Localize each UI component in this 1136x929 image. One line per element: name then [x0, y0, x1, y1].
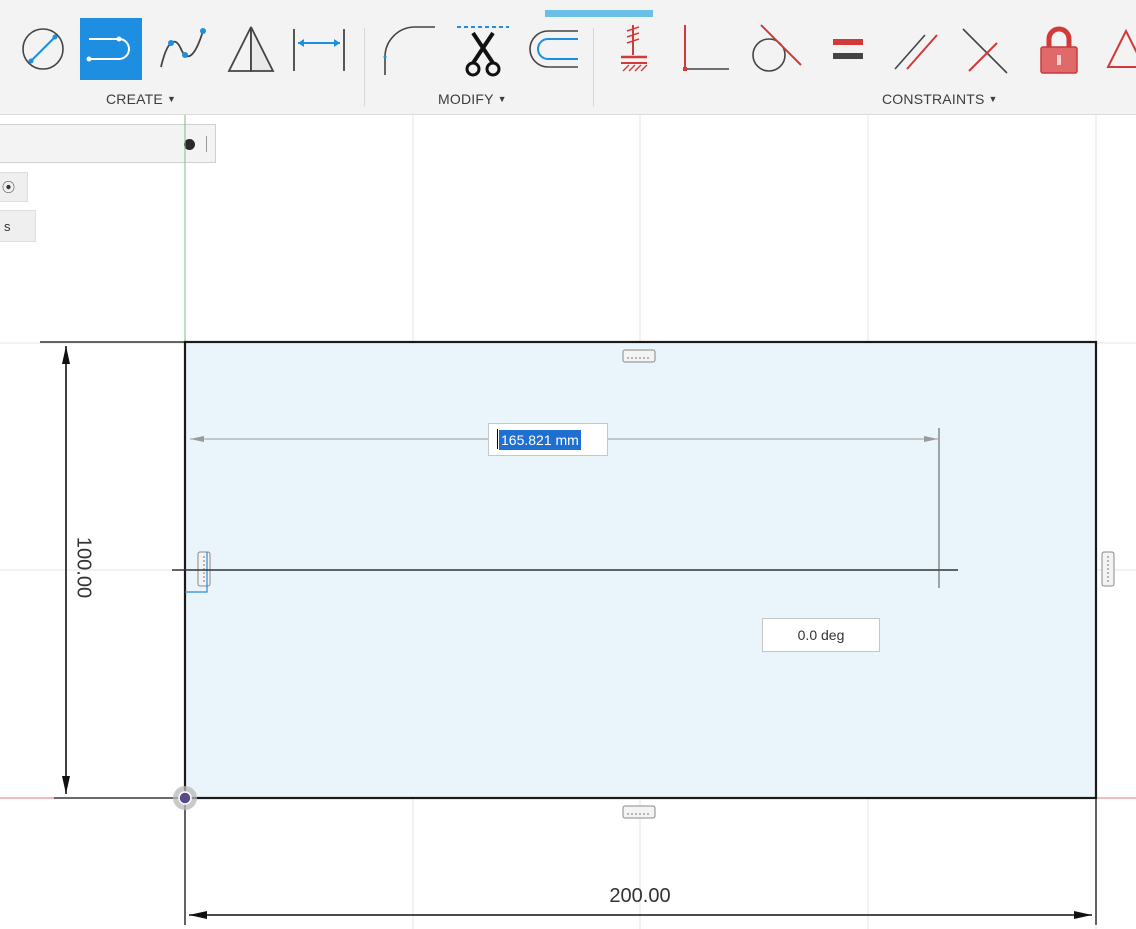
parallel-tool[interactable]	[884, 18, 946, 80]
vertical-constraint-icon	[197, 551, 211, 587]
palette-option-label: s	[4, 219, 11, 234]
equal-tool[interactable]	[816, 18, 878, 80]
angle-value-input[interactable]: 0.0 deg	[762, 618, 880, 652]
constraints-label: CONSTRAINTS	[882, 91, 985, 107]
horizontal-constraint-icon	[622, 349, 656, 363]
offset-tool[interactable]	[520, 18, 582, 80]
toolbar-divider	[593, 28, 594, 106]
offset-icon	[529, 30, 578, 68]
active-tab-indicator	[545, 10, 653, 17]
slot-icon	[86, 36, 130, 62]
length-value-input[interactable]: 165.821 mm	[488, 423, 608, 456]
dimension-icon	[293, 29, 345, 71]
modify-label: MODIFY	[438, 91, 494, 107]
circle-diameter-icon	[22, 28, 64, 70]
dimension-tool[interactable]	[288, 18, 350, 80]
create-label: CREATE	[106, 91, 163, 107]
coincident-marker	[185, 552, 208, 593]
toolbar-divider	[364, 28, 365, 106]
sketch-toolbar: CREATE ▼ MODIFY ▼ CONSTRAINTS ▼	[0, 0, 1136, 115]
slot-tool[interactable]	[80, 18, 142, 80]
vertical-constraint-icon	[1101, 551, 1115, 587]
grid	[0, 115, 1136, 929]
fillet-tool[interactable]	[376, 18, 438, 80]
equal-icon	[833, 39, 863, 59]
line-circle-tool[interactable]	[12, 18, 74, 80]
perpendicular-tool[interactable]	[672, 18, 734, 80]
perpendicular-icon	[683, 25, 729, 71]
mirror-triangle-icon	[227, 26, 275, 72]
palette-option[interactable]: s	[0, 210, 36, 242]
grip-handle[interactable]	[206, 136, 207, 152]
trim-tool[interactable]	[452, 18, 514, 80]
modify-menu[interactable]: MODIFY ▼	[438, 91, 507, 107]
mirror-tool[interactable]	[220, 18, 282, 80]
sketch-palette-header	[0, 124, 216, 163]
width-dimension-text: 200.00	[609, 885, 671, 907]
collapse-icon[interactable]	[184, 139, 195, 150]
spline-icon	[160, 28, 206, 68]
length-value-text: 165.821 mm	[499, 430, 581, 450]
parallel-icon	[894, 34, 938, 70]
text-cursor	[497, 429, 498, 449]
height-dimension-label[interactable]: 100.00	[72, 533, 95, 603]
spline-tool[interactable]	[150, 18, 212, 80]
create-menu[interactable]: CREATE ▼	[106, 91, 176, 107]
fillet-icon	[383, 26, 435, 75]
sketch-rectangle[interactable]	[183, 340, 1098, 800]
height-dimension-text: 100.00	[72, 536, 95, 599]
width-dimension-label[interactable]: 200.00	[580, 885, 700, 908]
collinear-tool[interactable]	[954, 18, 1016, 80]
angle-value-text: 0.0 deg	[797, 627, 845, 643]
fix-ground-tool[interactable]	[602, 18, 664, 80]
constraints-menu[interactable]: CONSTRAINTS ▼	[882, 91, 998, 107]
triangle-tool[interactable]	[1094, 18, 1136, 80]
tangent-tool[interactable]	[742, 18, 804, 80]
palette-option[interactable]: ⦿	[0, 172, 28, 202]
chevron-down-icon: ▼	[166, 94, 177, 104]
collinear-icon	[962, 28, 1008, 74]
palette-option-label: ⦿	[2, 180, 16, 195]
chevron-down-icon: ▼	[988, 94, 998, 104]
lock-tool[interactable]	[1028, 18, 1090, 80]
chevron-down-icon: ▼	[497, 94, 507, 104]
tangent-icon	[752, 24, 802, 72]
origin-point-icon[interactable]	[173, 786, 197, 810]
lock-icon	[1040, 26, 1078, 74]
horizontal-constraint-icon	[622, 805, 656, 819]
scissors-icon	[457, 26, 509, 77]
fix-constraint-icon	[621, 25, 648, 72]
triangle-icon	[1106, 28, 1136, 68]
